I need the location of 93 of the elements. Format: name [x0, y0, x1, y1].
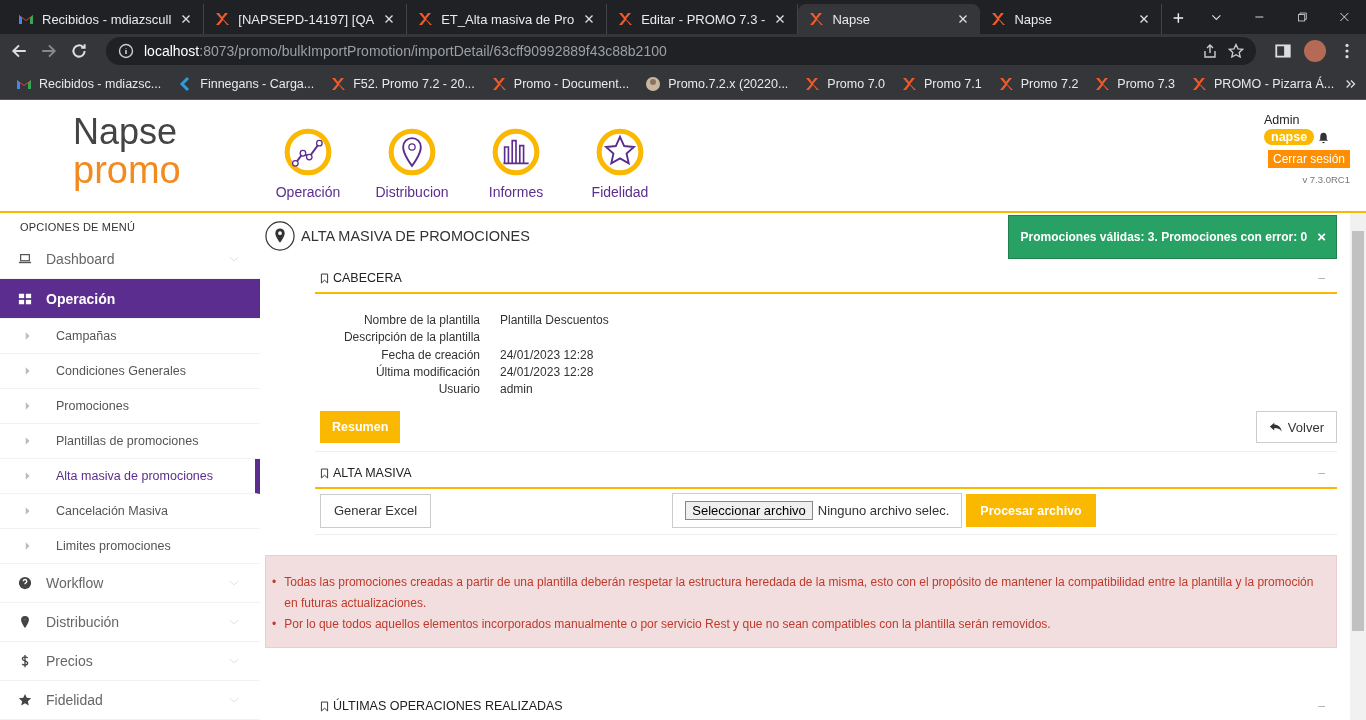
- bullet: •: [272, 574, 277, 592]
- section-title: ALTA MASIVA: [333, 466, 412, 481]
- bookmark[interactable]: F52. Promo 7.2 - 20...: [322, 75, 483, 92]
- bookmark[interactable]: Recibidos - mdiazsc...: [8, 75, 170, 92]
- field-label: Descripción de la plantilla: [342, 329, 480, 347]
- submenu-item[interactable]: Limites promociones: [0, 529, 260, 564]
- file-input-field[interactable]: Seleccionar archivo Ninguno archivo selec.: [672, 493, 963, 529]
- submenu-item[interactable]: Promociones: [0, 389, 260, 424]
- nav-item[interactable]: Fidelidad: [585, 128, 655, 200]
- new-tab-icon[interactable]: [1172, 10, 1186, 26]
- submenu-item[interactable]: Cancelación Masiva: [0, 494, 260, 529]
- file-name-text: Ninguno archivo selec.: [817, 503, 950, 519]
- menu-title: OPCIONES DE MENÚ: [19, 220, 137, 235]
- x-logo-icon: [330, 75, 347, 92]
- bookmark[interactable]: Promo 7.3: [1086, 75, 1184, 92]
- location-pin-icon: [18, 615, 32, 629]
- field-label: Última modificación: [374, 363, 480, 381]
- grid-icon: [18, 291, 32, 306]
- sidebar-icon[interactable]: [1274, 42, 1292, 60]
- line-chart-icon: [284, 128, 332, 176]
- x-logo-icon: [1191, 75, 1208, 92]
- bookmark-icon: [319, 701, 330, 712]
- select-file-button[interactable]: Seleccionar archivo: [685, 501, 813, 521]
- share-icon[interactable]: [1202, 43, 1218, 59]
- submenu-item[interactable]: Condiciones Generales: [0, 354, 260, 389]
- company-badge: napse: [1264, 129, 1315, 145]
- bullet: •: [272, 616, 277, 634]
- field-value: admin: [500, 381, 534, 399]
- bookmark-icon: [319, 468, 330, 479]
- x-logo-icon: [617, 11, 634, 27]
- bookmark[interactable]: PROMO - Pizarra Á...: [1183, 75, 1343, 92]
- alert-text: Todas las promociones creadas a partir de una plantilla deberán respetar la estructura heredada de la misma, esto con el propósito de mantener la compatibilidad entre la plantilla y la promoción en futuras actualizaciones.: [284, 574, 1315, 613]
- browser-tab[interactable]: Napse: [798, 4, 981, 34]
- bookmark-icon: [319, 272, 330, 284]
- submenu-item[interactable]: Plantillas de promociones: [0, 424, 260, 459]
- menu-item[interactable]: Workflow: [0, 564, 260, 603]
- version-text: v 7.3.0RC1: [1302, 174, 1350, 185]
- menu-item[interactable]: Distribución: [0, 603, 260, 642]
- x-logo-icon: [990, 11, 1007, 27]
- menu-item[interactable]: Fidelidad: [0, 681, 260, 720]
- x-logo-icon: [1094, 75, 1111, 92]
- nav-item[interactable]: Informes: [481, 128, 551, 200]
- alert-text: Por lo que todos aquellos elementos incorporados manualmente o por servicio Rest y que no sean compatibles con la plantilla serán removidos.: [284, 616, 1052, 634]
- question-icon: [18, 576, 32, 590]
- bookmark[interactable]: Promo 7.1: [893, 75, 990, 92]
- bookmark[interactable]: Promo.7.2.x (20220...: [637, 75, 797, 92]
- menu-item[interactable]: Operación: [0, 279, 260, 319]
- bookmark[interactable]: Promo - Document...: [482, 75, 638, 92]
- field-label: Nombre de la plantilla: [362, 312, 480, 329]
- bookmark[interactable]: Finnegans - Carga...: [169, 75, 323, 92]
- section-title: ÚLTIMAS OPERACIONES REALIZADAS: [333, 699, 563, 714]
- location-pin-icon: [388, 128, 436, 176]
- field-value: 24/01/2023 12:28: [500, 346, 595, 364]
- field-label: Usuario: [437, 381, 480, 399]
- x-logo-icon: [808, 11, 825, 27]
- submenu-item[interactable]: Campañas: [0, 319, 260, 354]
- laptop-icon: [18, 252, 32, 266]
- x-logo-icon: [214, 11, 231, 27]
- nav-item[interactable]: Distribucion: [377, 128, 447, 200]
- user-name: Admin: [1264, 113, 1300, 127]
- bar-chart-icon: [492, 128, 540, 176]
- scrollbar[interactable]: [1350, 213, 1366, 720]
- x-logo-icon: [804, 75, 821, 92]
- menu-item[interactable]: Precios: [0, 642, 260, 681]
- star-icon[interactable]: [1228, 43, 1244, 59]
- field-value: 24/01/2023 12:28: [500, 363, 595, 381]
- profile-avatar[interactable]: [1304, 40, 1326, 62]
- star-icon: [18, 693, 32, 707]
- x-logo-icon: [490, 75, 507, 92]
- address-bar[interactable]: localhost:8073/promo/bulkImportPromotion/importDetail/63cff90992889f43c88b2100: [106, 37, 1256, 65]
- page-title: ALTA MASIVA DE PROMOCIONES: [301, 228, 530, 244]
- restore-icon[interactable]: [1295, 9, 1309, 25]
- x-logo-icon: [901, 75, 917, 92]
- bookmark[interactable]: Promo 7.0: [796, 75, 893, 92]
- info-icon: [118, 43, 134, 59]
- reload-icon[interactable]: [70, 42, 88, 60]
- back-icon[interactable]: [10, 42, 28, 60]
- bookmark[interactable]: Promo 7.2: [989, 75, 1087, 92]
- back-button[interactable]: Volver: [1255, 411, 1337, 444]
- forward-icon[interactable]: [40, 42, 58, 60]
- nav-item[interactable]: Operación: [273, 128, 343, 200]
- generate-excel-button[interactable]: Generar Excel: [320, 494, 432, 528]
- location-pin-icon: [265, 221, 295, 251]
- submenu-item[interactable]: Alta masiva de promociones: [0, 459, 260, 494]
- field-label: Fecha de creación: [380, 346, 480, 364]
- section-title: CABECERA: [333, 271, 402, 285]
- avatar-icon: [645, 75, 662, 92]
- x-logo-icon: [997, 75, 1014, 92]
- x-logo-icon: [417, 11, 434, 27]
- field-value: Plantilla Descuentos: [500, 312, 610, 329]
- logo-text: Napse: [73, 114, 179, 150]
- toast-message: Promociones válidas: 3. Promociones con error: 0: [1020, 229, 1308, 244]
- bell-icon[interactable]: [1317, 130, 1331, 144]
